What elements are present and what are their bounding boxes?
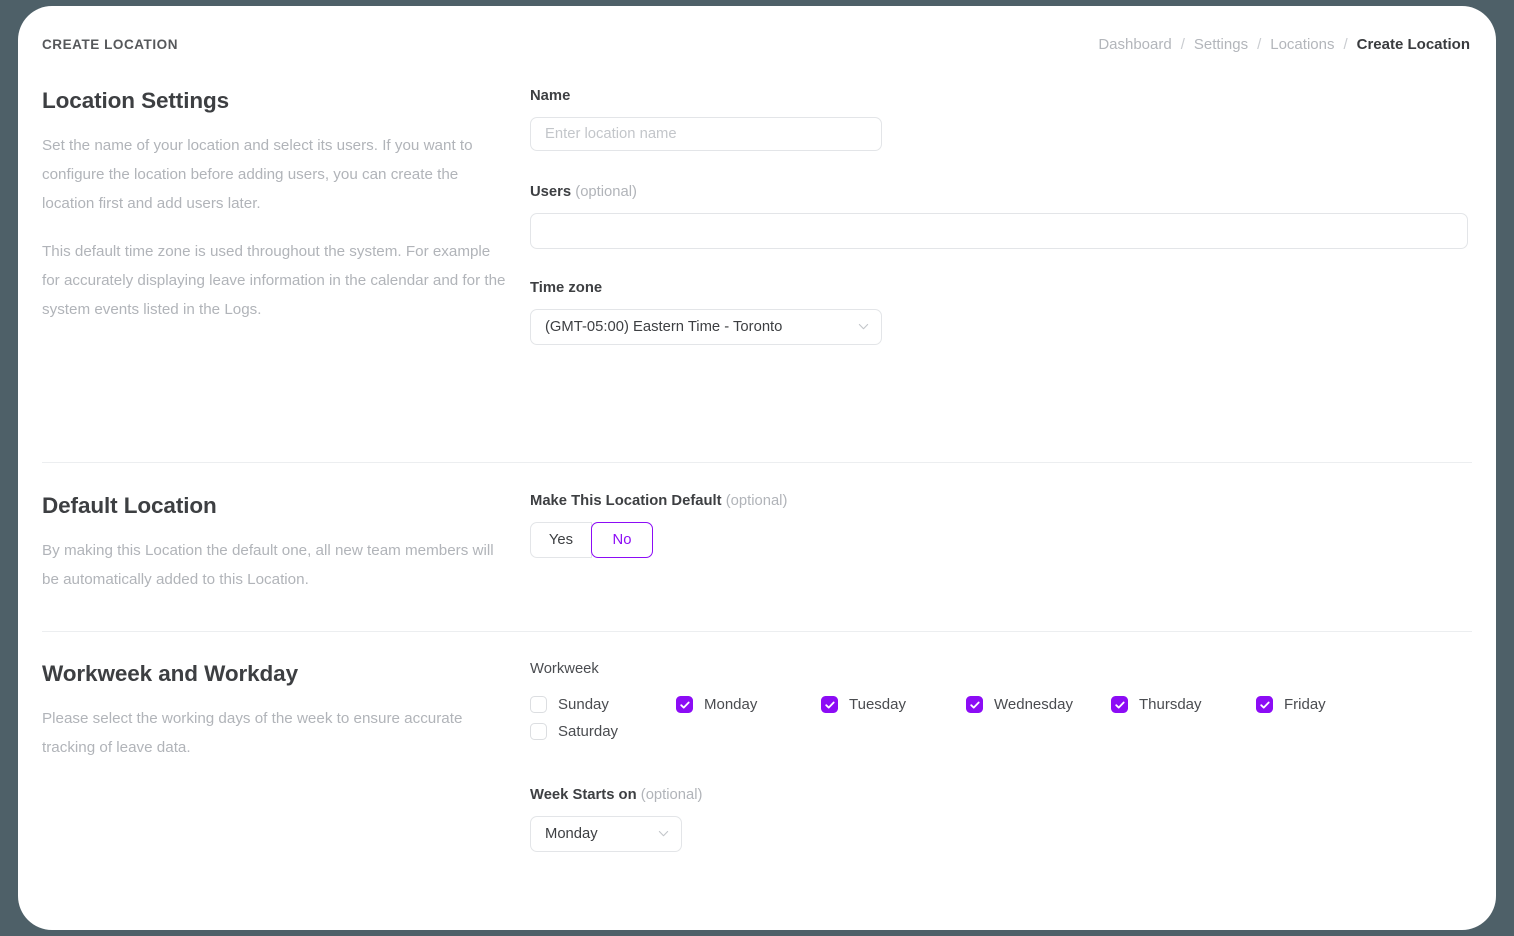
checkbox-box-sunday[interactable]: [530, 696, 547, 713]
users-field-group: Users (optional): [530, 184, 1470, 249]
breadcrumb-item-create-location: Create Location: [1356, 36, 1470, 53]
checkbox-label-monday: Monday: [704, 696, 758, 713]
workweek-form-column: Workweek Sunday Monday Tuesday Wednesday…: [530, 661, 1470, 852]
checkbox-tuesday[interactable]: Tuesday: [821, 696, 966, 713]
default-location-description-column: Default Location By making this Location…: [42, 493, 512, 594]
breadcrumb-item-locations[interactable]: Locations: [1270, 36, 1334, 53]
week-start-label-text: Week Starts on: [530, 787, 637, 803]
checkbox-wednesday[interactable]: Wednesday: [966, 696, 1111, 713]
checkbox-box-wednesday[interactable]: [966, 696, 983, 713]
section-divider-2: [42, 631, 1472, 632]
week-start-select[interactable]: Monday: [530, 816, 682, 852]
default-location-description: By making this Location the default one,…: [42, 542, 494, 588]
checkbox-thursday[interactable]: Thursday: [1111, 696, 1256, 713]
make-default-label-text: Make This Location Default: [530, 493, 722, 509]
checkbox-label-thursday: Thursday: [1139, 696, 1202, 713]
checkbox-sunday[interactable]: Sunday: [530, 696, 676, 713]
week-start-label: Week Starts on (optional): [530, 787, 1470, 803]
checkbox-label-wednesday: Wednesday: [994, 696, 1073, 713]
workweek-description-column: Workweek and Workday Please select the w…: [42, 661, 512, 762]
checkbox-box-monday[interactable]: [676, 696, 693, 713]
default-location-title: Default Location: [42, 493, 217, 518]
workweek-label: Workweek: [530, 661, 599, 677]
workweek-title: Workweek and Workday: [42, 661, 299, 686]
workweek-day-checkbox-group: Sunday Monday Tuesday Wednesday Thursday…: [530, 696, 1470, 740]
timezone-label: Time zone: [530, 280, 603, 296]
chevron-down-icon: [858, 321, 869, 332]
users-label: Users (optional): [530, 184, 1470, 200]
checkbox-box-thursday[interactable]: [1111, 696, 1128, 713]
breadcrumb: Dashboard / Settings / Locations / Creat…: [1098, 36, 1470, 53]
checkbox-saturday[interactable]: Saturday: [530, 723, 676, 740]
name-label: Name: [530, 88, 571, 104]
week-start-selected-value: Monday: [545, 826, 598, 842]
chevron-down-icon: [658, 828, 669, 839]
checkbox-box-saturday[interactable]: [530, 723, 547, 740]
breadcrumb-item-dashboard[interactable]: Dashboard: [1098, 36, 1171, 53]
breadcrumb-item-settings[interactable]: Settings: [1194, 36, 1248, 53]
breadcrumb-separator: /: [1180, 36, 1185, 53]
name-field-group: Name: [530, 88, 1470, 151]
workweek-description: Please select the working days of the we…: [42, 710, 463, 756]
location-settings-description-column: Location Settings Set the name of your l…: [42, 88, 512, 324]
users-input[interactable]: [530, 213, 1468, 249]
timezone-field-group: Time zone (GMT-05:00) Eastern Time - Tor…: [530, 280, 1470, 345]
section-divider-1: [42, 462, 1472, 463]
users-optional-tag: (optional): [575, 184, 637, 200]
breadcrumb-separator: /: [1343, 36, 1348, 53]
location-name-input[interactable]: [530, 117, 882, 151]
location-settings-description-1: Set the name of your location and select…: [42, 137, 473, 212]
make-default-option-yes[interactable]: Yes: [530, 522, 592, 558]
make-default-toggle[interactable]: Yes No: [530, 522, 1470, 558]
make-default-optional-tag: (optional): [725, 493, 788, 509]
location-settings-form-column: Name Users (optional) Time zone (GMT-05:…: [530, 88, 1470, 345]
checkbox-label-tuesday: Tuesday: [849, 696, 906, 713]
checkbox-box-friday[interactable]: [1256, 696, 1273, 713]
checkbox-box-tuesday[interactable]: [821, 696, 838, 713]
location-settings-title: Location Settings: [42, 88, 230, 113]
breadcrumb-separator: /: [1257, 36, 1262, 53]
checkbox-label-sunday: Sunday: [558, 696, 609, 713]
checkbox-label-friday: Friday: [1284, 696, 1326, 713]
checkbox-label-saturday: Saturday: [558, 723, 619, 740]
default-location-form-column: Make This Location Default (optional) Ye…: [530, 493, 1470, 558]
checkbox-monday[interactable]: Monday: [676, 696, 821, 713]
week-start-field-group: Week Starts on (optional) Monday: [530, 787, 1470, 852]
timezone-selected-value: (GMT-05:00) Eastern Time - Toronto: [545, 319, 783, 335]
week-start-optional-tag: (optional): [640, 787, 703, 803]
make-default-option-no[interactable]: No: [591, 522, 653, 558]
checkbox-friday[interactable]: Friday: [1256, 696, 1401, 713]
page-header: CREATE LOCATION Dashboard / Settings / L…: [18, 6, 1496, 80]
location-settings-description-2: This default time zone is used throughou…: [42, 243, 506, 318]
users-label-text: Users: [530, 184, 572, 200]
create-location-card: CREATE LOCATION Dashboard / Settings / L…: [18, 6, 1496, 930]
timezone-select[interactable]: (GMT-05:00) Eastern Time - Toronto: [530, 309, 882, 345]
make-default-label: Make This Location Default (optional): [530, 493, 1470, 509]
page-title: CREATE LOCATION: [42, 37, 178, 52]
